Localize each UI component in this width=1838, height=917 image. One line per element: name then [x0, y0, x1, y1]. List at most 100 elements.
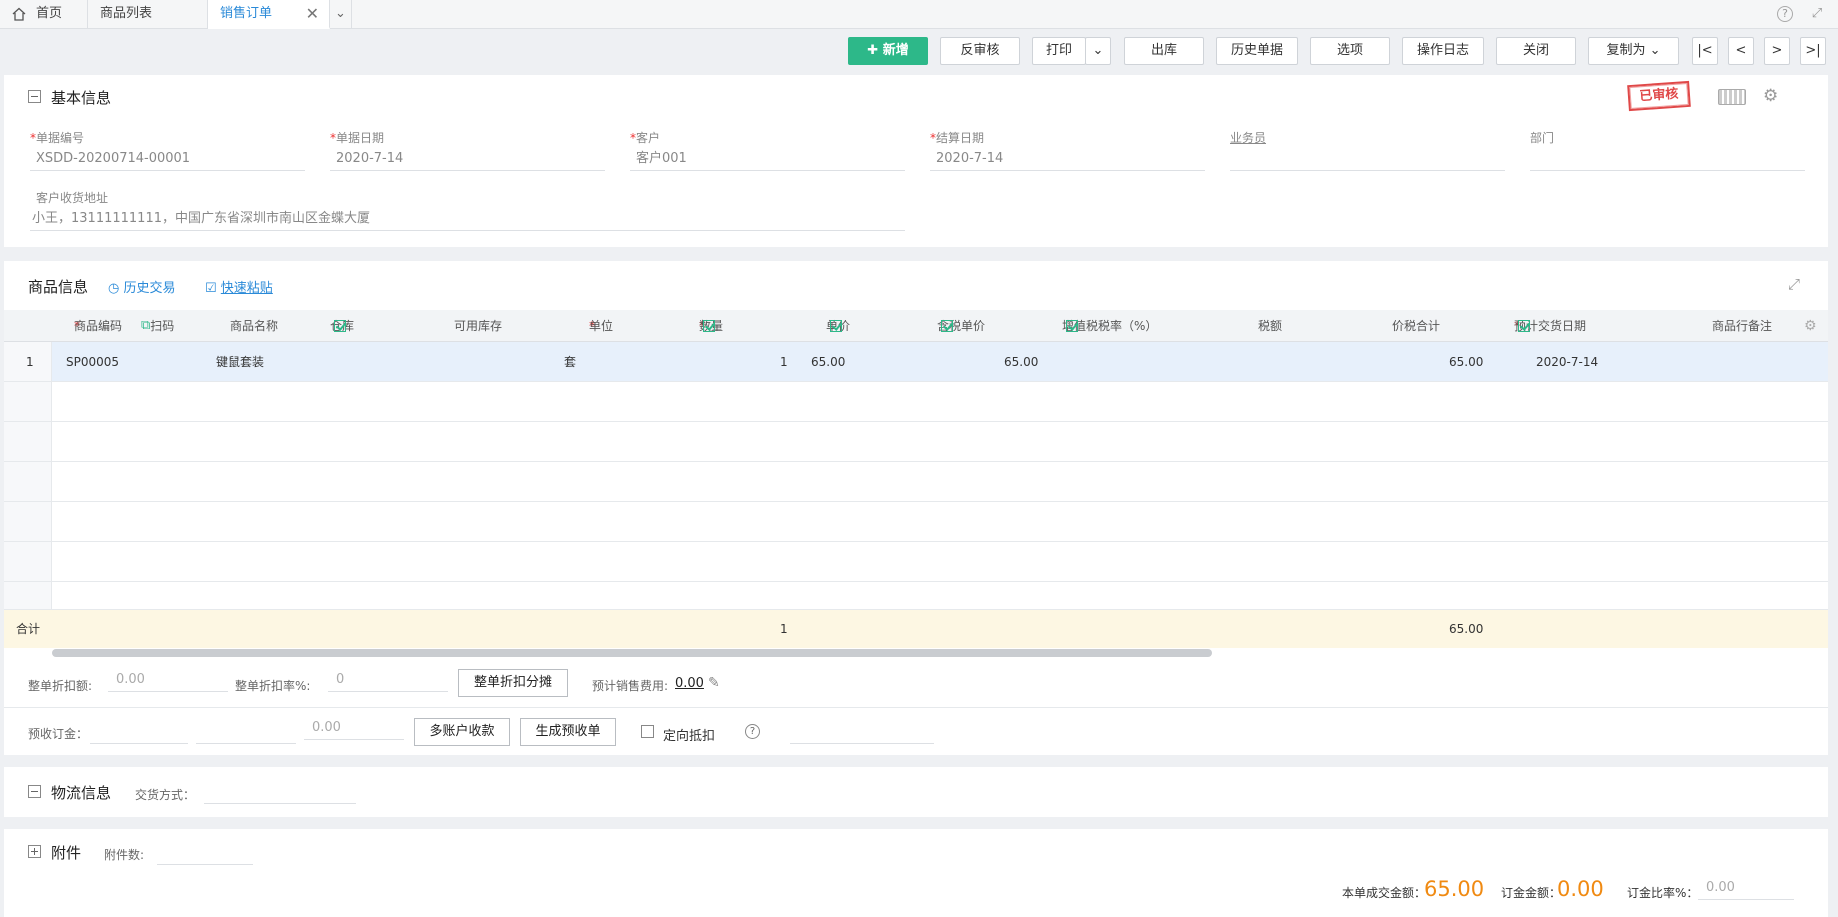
- sales-fee-label: 预计销售费用:: [592, 679, 669, 693]
- col-stock: 可用库存: [454, 319, 503, 333]
- prepay-account-input[interactable]: [90, 722, 188, 744]
- last-record-icon[interactable]: >|: [1800, 37, 1826, 65]
- col-qty-check-icon[interactable]: [703, 320, 715, 332]
- question-icon[interactable]: ?: [745, 724, 760, 739]
- deposit-label: 订金金额：: [1501, 886, 1562, 900]
- unaudit-button[interactable]: 反审核: [940, 37, 1020, 65]
- next-record-icon[interactable]: >: [1764, 37, 1790, 65]
- copy-as-button[interactable]: 复制为 ⌄: [1588, 37, 1679, 65]
- table-row[interactable]: [4, 422, 1828, 462]
- prepay-method-input[interactable]: [196, 722, 296, 744]
- delivery-mode-input[interactable]: [204, 782, 356, 804]
- deposit-value: 0.00: [1557, 877, 1604, 901]
- expand-attach-icon[interactable]: [28, 845, 41, 858]
- doc-date-value[interactable]: 2020-7-14: [330, 149, 605, 171]
- print-button[interactable]: 打印: [1032, 37, 1086, 65]
- collapse-logistics-icon[interactable]: [28, 785, 41, 798]
- salesman-label[interactable]: 业务员: [1230, 129, 1505, 145]
- tab-home[interactable]: 首页: [0, 0, 88, 29]
- col-vat-check-icon[interactable]: [1066, 320, 1078, 332]
- table-row[interactable]: [4, 542, 1828, 582]
- column-settings-icon[interactable]: ⚙: [1804, 310, 1817, 342]
- sales-fee-value[interactable]: 0.00: [675, 676, 704, 691]
- department-value[interactable]: [1530, 149, 1805, 171]
- directed-checkbox[interactable]: [641, 725, 654, 738]
- cell-unit[interactable]: 套: [564, 342, 576, 382]
- settings-icon[interactable]: ⚙: [1763, 86, 1778, 106]
- cell-total[interactable]: 65.00: [1449, 342, 1483, 382]
- col-price-check-icon[interactable]: [830, 320, 842, 332]
- salesman-value[interactable]: [1230, 149, 1505, 171]
- attach-count-input[interactable]: [157, 843, 253, 865]
- expand-grid-icon[interactable]: ⤢: [1788, 275, 1800, 293]
- table-row[interactable]: [4, 382, 1828, 422]
- first-record-icon[interactable]: |<: [1692, 37, 1718, 65]
- discount-amount-input[interactable]: 0.00: [108, 670, 228, 692]
- field-department[interactable]: 部门: [1530, 129, 1805, 171]
- scan-button[interactable]: ⧉ 扫码: [141, 310, 174, 342]
- plus-icon: ✚: [867, 43, 883, 58]
- table-row[interactable]: 1 SP00005 键鼠套装 套 1 65.00 65.00 65.00 202…: [4, 342, 1828, 382]
- new-button[interactable]: ✚ 新增: [848, 37, 928, 65]
- audited-stamp: 已审核: [1627, 80, 1691, 112]
- cell-qty[interactable]: 1: [780, 342, 788, 382]
- options-button[interactable]: 选项: [1310, 37, 1390, 65]
- gen-prepay-button[interactable]: 生成预收单: [520, 718, 616, 746]
- field-salesman[interactable]: 业务员: [1230, 129, 1505, 171]
- col-tax-price-check-icon[interactable]: [941, 320, 953, 332]
- cell-code[interactable]: SP00005: [66, 342, 119, 382]
- address-value[interactable]: 小王，13111111111，中国广东省深圳市南山区金蝶大厦: [30, 209, 905, 231]
- table-row[interactable]: [4, 462, 1828, 502]
- col-name: 商品名称: [230, 319, 279, 333]
- col-date-check-icon[interactable]: [1518, 320, 1530, 332]
- quick-paste-link[interactable]: ☑ 快速粘贴: [205, 277, 273, 296]
- close-tab-icon[interactable]: ✕: [306, 0, 319, 28]
- table-row[interactable]: [4, 582, 1828, 610]
- chevron-down-icon: ⌄: [1649, 43, 1661, 58]
- print-dropdown-icon[interactable]: ⌄: [1085, 37, 1111, 65]
- table-row[interactable]: [4, 502, 1828, 542]
- tabs-dropdown-icon[interactable]: ⌄: [330, 0, 352, 29]
- field-customer[interactable]: *客户 客户001: [630, 129, 905, 171]
- history-trade-link[interactable]: ◷ 历史交易: [108, 277, 176, 296]
- total-label: 合计: [16, 622, 41, 636]
- edit-icon[interactable]: ✎: [708, 675, 720, 691]
- discount-rate-label: 整单折扣率%:: [235, 679, 311, 693]
- prepay-amount-input[interactable]: 0.00: [304, 718, 404, 740]
- deposit-ratio-input[interactable]: 0.00: [1698, 878, 1794, 900]
- fullscreen-icon[interactable]: ⤢: [1808, 5, 1826, 23]
- doc-no-value[interactable]: XSDD-20200714-00001: [30, 149, 305, 171]
- row-number-label: 1: [26, 355, 34, 369]
- deposit-ratio-label: 订金比率%：: [1627, 886, 1699, 900]
- outbound-button[interactable]: 出库: [1124, 37, 1204, 65]
- col-warehouse-check-icon[interactable]: [334, 320, 346, 332]
- total-amount: 65.00: [1449, 622, 1484, 636]
- keyboard-icon[interactable]: [1718, 89, 1746, 105]
- tab-sales-order[interactable]: 销售订单 ✕: [208, 0, 330, 29]
- customer-value[interactable]: 客户001: [630, 149, 905, 171]
- collapse-basic-icon[interactable]: [28, 90, 41, 103]
- discount-rate-input[interactable]: 0: [328, 670, 448, 692]
- close-button[interactable]: 关闭: [1496, 37, 1576, 65]
- settle-date-value[interactable]: 2020-7-14: [930, 149, 1205, 171]
- discount-alloc-button[interactable]: 整单折扣分摊: [458, 669, 568, 697]
- prev-record-icon[interactable]: <: [1728, 37, 1754, 65]
- field-doc-date[interactable]: *单据日期 2020-7-14: [330, 129, 605, 171]
- horizontal-scrollbar[interactable]: [52, 649, 1212, 657]
- grid-header: * 商品编码 ⧉ 扫码 商品名称 仓库 可用库存 * 单位 * 数量 单价 含税单价 …: [4, 310, 1828, 342]
- multi-account-button[interactable]: 多账户收款: [414, 718, 510, 746]
- field-settle-date[interactable]: *结算日期 2020-7-14: [930, 129, 1205, 171]
- history-docs-button[interactable]: 历史单据: [1216, 37, 1298, 65]
- help-icon[interactable]: ?: [1777, 6, 1793, 22]
- field-doc-no[interactable]: *单据编号 XSDD-20200714-00001: [30, 129, 305, 171]
- scan-label: 扫码: [150, 319, 175, 333]
- cell-delivery-date[interactable]: 2020-7-14: [1536, 342, 1598, 382]
- field-address[interactable]: 客户收货地址 小王，13111111111，中国广东省深圳市南山区金蝶大厦: [30, 189, 905, 231]
- tab-products[interactable]: 商品列表: [88, 0, 208, 29]
- cell-price[interactable]: 65.00: [811, 342, 845, 382]
- directed-input[interactable]: [790, 722, 934, 744]
- col-tax: 税额: [1258, 319, 1283, 333]
- cell-name[interactable]: 键鼠套装: [216, 342, 264, 382]
- cell-tax-price[interactable]: 65.00: [1004, 342, 1038, 382]
- oplog-button[interactable]: 操作日志: [1402, 37, 1484, 65]
